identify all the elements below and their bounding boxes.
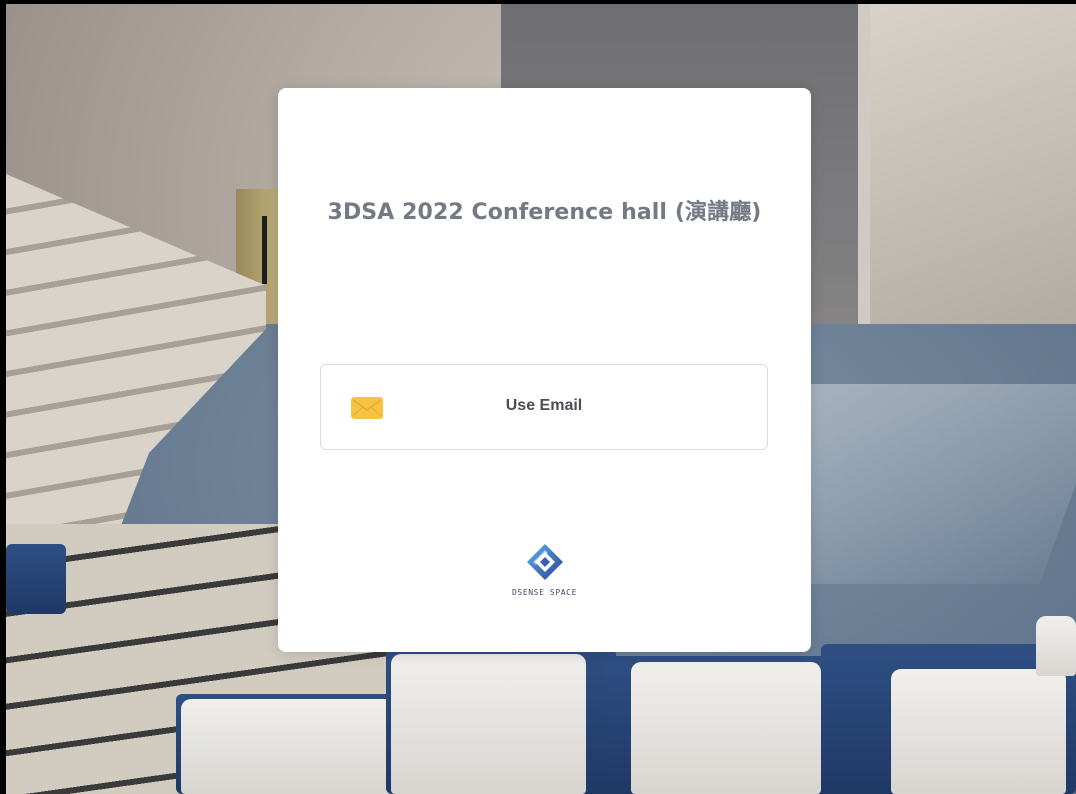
use-email-label: Use Email	[505, 397, 583, 414]
login-dialog: 3DSA 2022 Conference hall (演講廳) Use Emai…	[278, 88, 811, 652]
seat	[1036, 616, 1076, 676]
brand-name: DSENSE SPACE	[512, 588, 577, 597]
seat-base	[6, 544, 66, 614]
dialog-title: 3DSA 2022 Conference hall (演講廳)	[327, 200, 762, 225]
use-email-button[interactable]: Use Email	[320, 364, 768, 450]
background-door-handle	[262, 216, 267, 284]
seat	[391, 654, 586, 794]
seat	[891, 669, 1066, 794]
brand-block: DSENSE SPACE	[278, 542, 811, 597]
seat	[631, 662, 821, 794]
seat	[181, 699, 401, 794]
dsense-logo-icon	[526, 544, 563, 580]
